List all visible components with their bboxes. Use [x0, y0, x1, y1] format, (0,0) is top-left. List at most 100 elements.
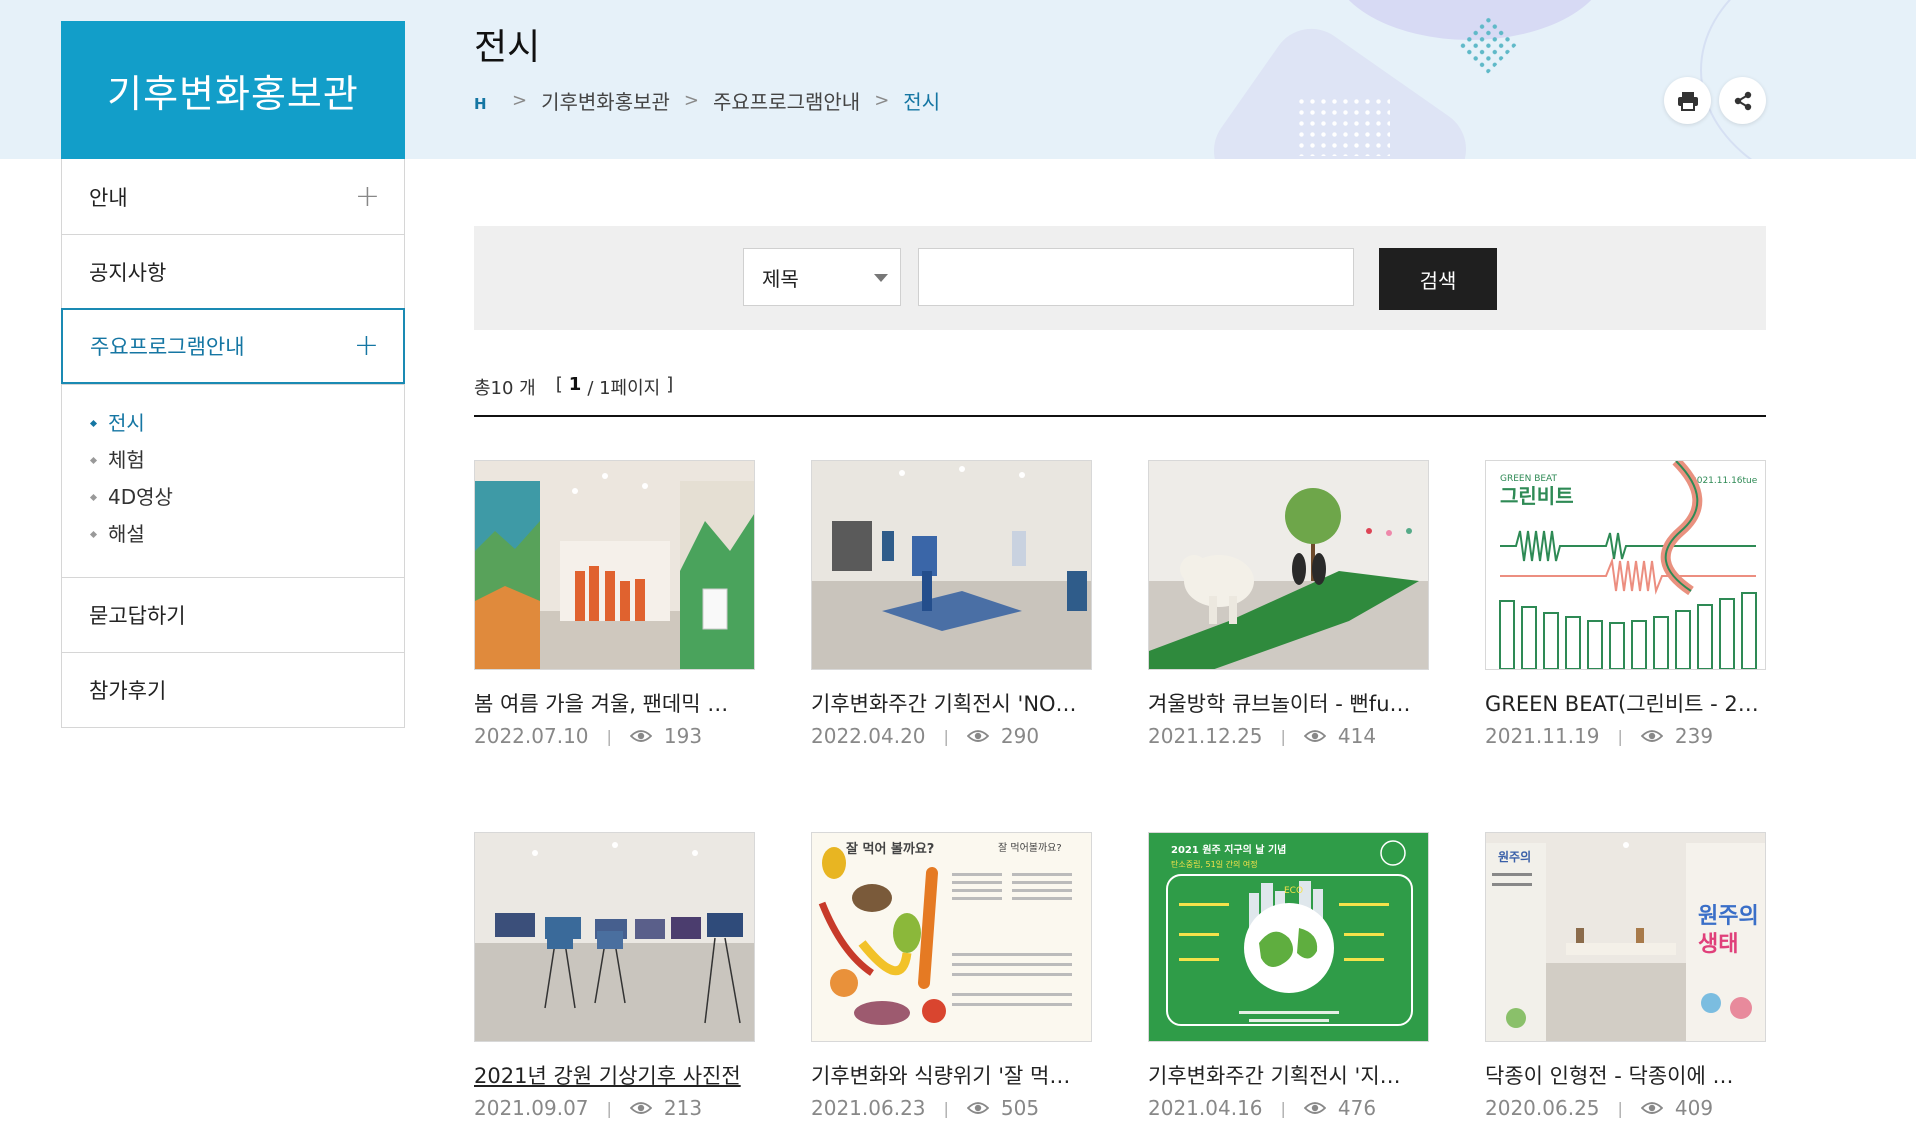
thumbnail-image[interactable]	[474, 832, 755, 1042]
print-icon	[1677, 91, 1698, 111]
card-title[interactable]: GREEN BEAT(그린비트 - 2…	[1485, 688, 1766, 718]
card-meta: 2022.04.20 | 290	[811, 724, 1092, 748]
card-meta: 2021.04.16 | 476	[1148, 1096, 1429, 1120]
card-meta: 2021.09.07 | 213	[474, 1096, 755, 1120]
plus-icon[interactable]: +	[355, 181, 380, 212]
thumbnail-image[interactable]: 2021 원주 지구의 날 기념 탄소중립, 51일 간의 여정 ECO	[1148, 832, 1429, 1042]
view-count: 239	[1674, 724, 1714, 748]
chevron-right-icon: >	[683, 90, 699, 111]
search-input[interactable]	[918, 248, 1354, 306]
view-count: 409	[1674, 1096, 1714, 1120]
gallery-card[interactable]: 기후변화주간 기획전시 'NO… 2022.04.20 | 290	[811, 460, 1092, 748]
share-button[interactable]	[1719, 77, 1766, 124]
submenu-label: 체험	[108, 448, 145, 472]
thumbnail-image[interactable]	[474, 460, 755, 670]
submenu-item-exhibition[interactable]: 전시	[89, 405, 404, 442]
sidebar-item-info[interactable]: 안내 +	[62, 159, 404, 234]
card-title[interactable]: 기후변화주간 기획전시 '지…	[1148, 1060, 1429, 1090]
card-meta: 2020.06.25 | 409	[1485, 1096, 1766, 1120]
breadcrumb-current: 전시	[903, 90, 941, 114]
gallery-card[interactable]: GREEN BEAT 그린비트 2021.11.16tue GREEN BEAT…	[1485, 460, 1766, 748]
poster-subtitle: 탄소중립, 51일 간의 여정	[1171, 859, 1258, 869]
card-date: 2021.11.19	[1485, 724, 1600, 748]
submenu-label: 4D영상	[108, 485, 173, 509]
card-meta: 2021.12.25 | 414	[1148, 724, 1429, 748]
poster-title: 원주의	[1498, 849, 1531, 864]
sidebar-item-label: 묻고답하기	[89, 604, 186, 628]
submenu-item-4d-video[interactable]: 4D영상	[89, 479, 404, 516]
card-date: 2020.06.25	[1485, 1096, 1600, 1120]
eye-icon	[966, 1101, 989, 1115]
breadcrumb-item[interactable]: 주요프로그램안내	[713, 86, 860, 115]
sidebar-item-notice[interactable]: 공지사항	[62, 234, 404, 309]
sidebar-submenu: 전시 체험 4D영상 해설	[62, 384, 404, 577]
page-bracket: [	[555, 374, 563, 395]
page-title: 전시	[474, 27, 541, 68]
submenu-label: 해설	[108, 522, 145, 546]
plus-icon[interactable]: +	[354, 331, 379, 361]
chevron-right-icon: >	[512, 90, 528, 111]
eye-icon	[1303, 1101, 1326, 1115]
sidebar-item-reviews[interactable]: 참가후기	[62, 652, 404, 727]
search-field-select[interactable]: 제목	[743, 248, 901, 306]
gallery-card[interactable]: 2021년 강원 기상기후 사진전 2021.09.07 | 213	[474, 832, 755, 1120]
sidebar-item-label: 공지사항	[89, 261, 167, 285]
breadcrumb: H > 기후변화홍보관 > 주요프로그램안내 > 전시	[474, 86, 940, 115]
submenu-item-experience[interactable]: 체험	[89, 442, 404, 479]
breadcrumb-item[interactable]: 기후변화홍보관	[541, 86, 670, 115]
page-total: / 1페이지	[587, 378, 661, 399]
thumbnail-image[interactable]: 잘 먹어 볼까요? 잘 먹어볼까요?	[811, 832, 1092, 1042]
print-button[interactable]	[1664, 77, 1711, 124]
sidebar-item-qna[interactable]: 묻고답하기	[62, 577, 404, 652]
meta-separator: |	[1617, 726, 1623, 746]
page-bracket: ]	[666, 374, 674, 395]
current-page: 1	[568, 374, 582, 395]
total-count: 총10 개	[474, 378, 536, 399]
thumbnail-image[interactable]: GREEN BEAT 그린비트 2021.11.16tue	[1485, 460, 1766, 670]
card-title[interactable]: 겨울방학 큐브놀이터 - 뻔fu…	[1148, 688, 1429, 718]
thumbnail-image[interactable]	[811, 460, 1092, 670]
card-date: 2021.12.25	[1148, 724, 1263, 748]
bullet-icon	[89, 456, 98, 465]
card-meta: 2021.06.23 | 505	[811, 1096, 1092, 1120]
chevron-down-icon	[874, 274, 888, 282]
poster-date: 2021.11.16tue	[1691, 476, 1758, 486]
eye-icon	[1303, 729, 1326, 743]
thumbnail-image[interactable]: 원주의 원주의 생태	[1485, 832, 1766, 1042]
select-value: 제목	[762, 266, 799, 291]
view-count: 476	[1337, 1096, 1377, 1120]
gallery-card[interactable]: 겨울방학 큐브놀이터 - 뻔fu… 2021.12.25 | 414	[1148, 460, 1429, 748]
thumbnail-image[interactable]	[1148, 460, 1429, 670]
eye-icon	[966, 729, 989, 743]
poster-eco: ECO	[1284, 886, 1303, 896]
card-title[interactable]: 닥종이 인형전 - 닥종이에 …	[1485, 1060, 1766, 1090]
card-title[interactable]: 기후변화와 식량위기 '잘 먹…	[811, 1060, 1092, 1090]
sidebar-nav: 안내 + 공지사항 주요프로그램안내 + 전시 체험 4D영상 해설 묻고답하기…	[61, 159, 405, 728]
poster-text-ko: 그린비트	[1500, 484, 1574, 508]
view-count: 290	[1000, 724, 1040, 748]
submenu-label: 전시	[108, 411, 145, 435]
card-title[interactable]: 2021년 강원 기상기후 사진전	[474, 1060, 755, 1090]
gallery-card[interactable]: 봄 여름 가을 겨울, 팬데믹 … 2022.07.10 | 193	[474, 460, 755, 748]
meta-separator: |	[1617, 1098, 1623, 1118]
gallery-card[interactable]: 2021 원주 지구의 날 기념 탄소중립, 51일 간의 여정 ECO 기후변…	[1148, 832, 1429, 1120]
search-button[interactable]: 검색	[1379, 248, 1497, 310]
chevron-right-icon: >	[874, 90, 890, 111]
eye-icon	[629, 1101, 652, 1115]
home-icon[interactable]: H	[474, 95, 490, 113]
gallery-card[interactable]: 잘 먹어 볼까요? 잘 먹어볼까요? 기후변화와 식량위기 '잘 먹… 2021…	[811, 832, 1092, 1120]
card-meta: 2021.11.19 | 239	[1485, 724, 1766, 748]
poster-text-en: GREEN BEAT	[1500, 474, 1558, 484]
sidebar-item-programs[interactable]: 주요프로그램안내 +	[61, 308, 405, 384]
sidebar-item-label: 주요프로그램안내	[90, 335, 245, 359]
view-count: 213	[663, 1096, 703, 1120]
view-count: 505	[1000, 1096, 1040, 1120]
card-date: 2021.09.07	[474, 1096, 589, 1120]
poster-title: 원주의	[1698, 904, 1759, 929]
gallery-card[interactable]: 원주의 원주의 생태 닥종이 인형전 - 닥종이에 … 2020.06.25 |…	[1485, 832, 1766, 1120]
submenu-item-commentary[interactable]: 해설	[89, 516, 404, 553]
card-title[interactable]: 봄 여름 가을 겨울, 팬데믹 …	[474, 688, 755, 718]
card-title[interactable]: 기후변화주간 기획전시 'NO…	[811, 688, 1092, 718]
meta-separator: |	[943, 1098, 949, 1118]
eye-icon	[1640, 729, 1663, 743]
